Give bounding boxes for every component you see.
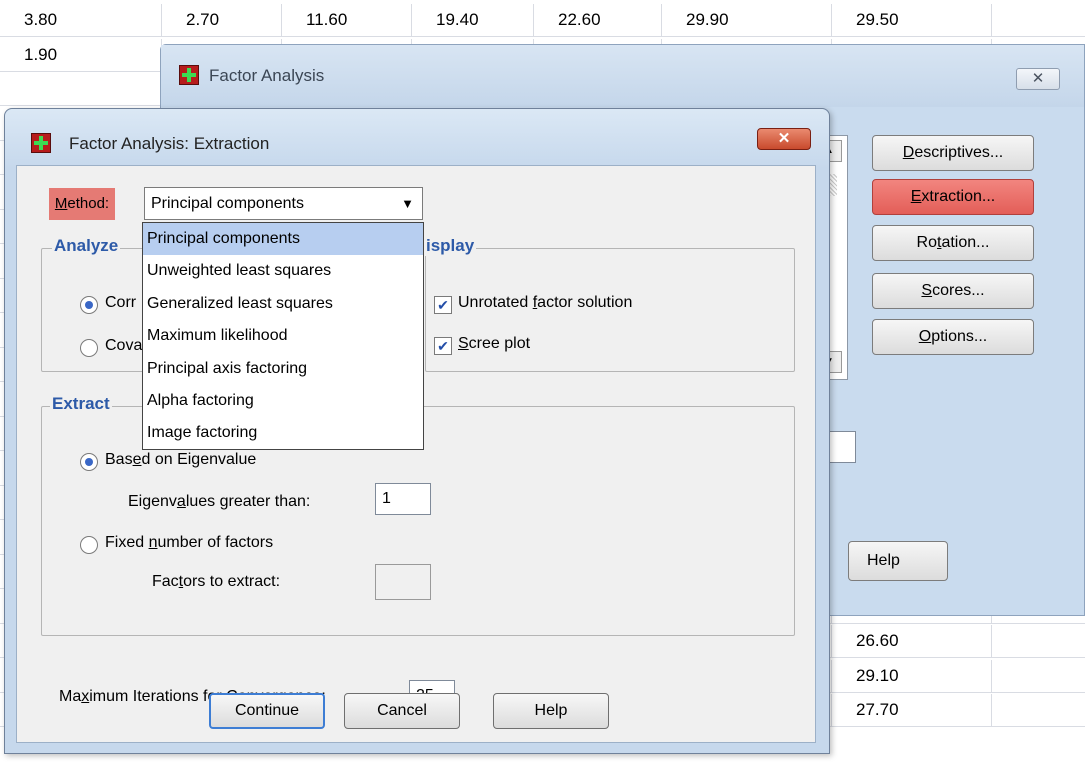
method-select[interactable]: Principal components ▼ [144, 187, 423, 220]
spreadsheet-cell[interactable]: 11.60 [282, 4, 412, 36]
continue-button[interactable]: Continue [209, 693, 325, 729]
method-option[interactable]: Principal axis factoring [143, 353, 423, 385]
method-option[interactable]: Alpha factoring [143, 385, 423, 417]
chevron-down-icon[interactable]: ▼ [401, 188, 414, 219]
scores-button[interactable]: Scores... [872, 273, 1034, 309]
extraction-close-button[interactable]: ✕ [757, 128, 811, 150]
extraction-title: Factor Analysis: Extraction [69, 134, 270, 153]
analyze-group-title: Analyze [52, 236, 121, 256]
spreadsheet-cell[interactable] [0, 73, 162, 105]
spreadsheet-cell[interactable]: 29.90 [662, 4, 832, 36]
extract-group-title: Extract [50, 394, 112, 414]
factor-analysis-title: Factor Analysis [209, 66, 325, 85]
method-option[interactable]: Principal components [143, 223, 423, 256]
unrotated-factor-solution-label: Unrotated factor solution [458, 294, 633, 311]
covariance-matrix-radio[interactable] [80, 339, 98, 357]
method-label: Method: [49, 188, 115, 220]
extraction-titlebar: Factor Analysis: Extraction ✕ [5, 109, 829, 169]
method-option[interactable]: Generalized least squares [143, 288, 423, 320]
spreadsheet-row: 3.80 2.70 11.60 19.40 22.60 29.90 29.50 [0, 4, 1085, 37]
method-option[interactable]: Image factoring [143, 417, 423, 449]
spreadsheet-cell[interactable]: 29.10 [832, 659, 992, 692]
eigenvalues-greater-than-label: Eigenvalues greater than: [128, 493, 311, 510]
spreadsheet-cell[interactable]: 29.50 [832, 4, 992, 36]
spreadsheet-cell[interactable]: 1.90 [0, 38, 162, 71]
display-group-title: isplay [424, 236, 477, 256]
spss-app-icon [179, 65, 199, 85]
method-selected-value: Principal components [151, 195, 304, 212]
scree-plot-checkbox[interactable]: ✔ [434, 337, 452, 355]
cancel-button[interactable]: Cancel [344, 693, 460, 729]
factor-analysis-close-button[interactable]: ✕ [1016, 68, 1060, 90]
unrotated-factor-solution-checkbox[interactable]: ✔ [434, 296, 452, 314]
display-group: isplay ✔ Unrotated factor solution ✔ Scr… [424, 236, 795, 372]
fixed-number-of-factors-label: Fixed number of factors [105, 534, 274, 551]
method-option[interactable]: Unweighted least squares [143, 255, 423, 287]
method-option[interactable]: Maximum likelihood [143, 320, 423, 352]
spreadsheet-cell[interactable]: 19.40 [412, 4, 534, 36]
method-dropdown-list[interactable]: Principal components Unweighted least squ… [142, 222, 424, 450]
factors-to-extract-label: Factors to extract: [152, 573, 281, 590]
spreadsheet-cell[interactable]: 3.80 [0, 4, 162, 36]
spreadsheet-cell[interactable]: 22.60 [534, 4, 662, 36]
fixed-number-of-factors-radio[interactable] [80, 536, 98, 554]
spreadsheet-cell[interactable]: 27.70 [832, 694, 992, 726]
factors-to-extract-input[interactable] [375, 564, 431, 600]
extraction-button[interactable]: Extraction... [872, 179, 1034, 215]
based-on-eigenvalue-radio[interactable] [80, 453, 98, 471]
options-button[interactable]: Options... [872, 319, 1034, 355]
rotation-button[interactable]: Rotation... [872, 225, 1034, 261]
correlation-matrix-radio[interactable] [80, 296, 98, 314]
eigenvalues-greater-than-input[interactable]: 1 [375, 483, 431, 515]
factor-analysis-titlebar: Factor Analysis ✕ [161, 45, 1084, 107]
spreadsheet-cell[interactable]: 26.60 [832, 625, 992, 657]
descriptives-button[interactable]: Descriptives... [872, 135, 1034, 171]
scree-plot-label: Scree plot [458, 335, 531, 352]
based-on-eigenvalue-label: Based on Eigenvalue [105, 451, 257, 468]
factor-analysis-help-button[interactable]: Help [848, 541, 948, 581]
help-button[interactable]: Help [493, 693, 609, 729]
covariance-matrix-label: Cova [105, 337, 143, 354]
spss-app-icon [31, 133, 51, 153]
correlation-matrix-label: Corr [105, 294, 137, 311]
spreadsheet-cell[interactable]: 2.70 [162, 4, 282, 36]
